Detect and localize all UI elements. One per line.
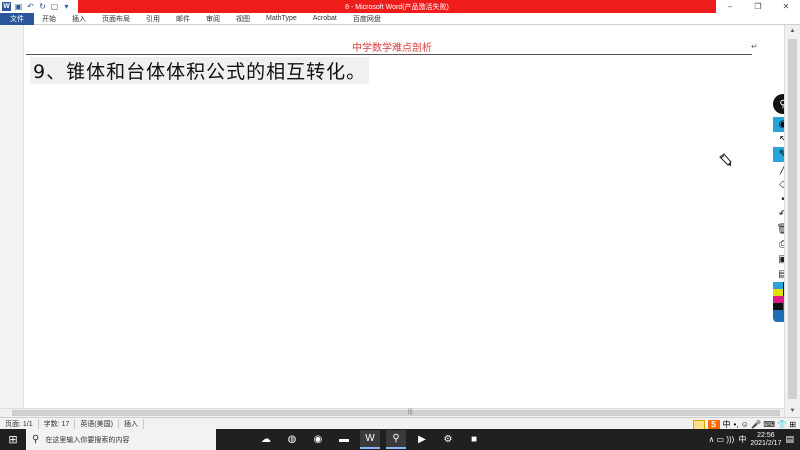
- horizontal-scrollbar[interactable]: |||: [0, 408, 784, 417]
- system-tray: ∧ ▭ ))) 中 22:56 2021/2/17 ▤: [708, 429, 794, 450]
- scroll-down-icon[interactable]: ▼: [785, 405, 800, 417]
- search-icon: ⚲: [32, 434, 40, 445]
- left-margin: [0, 25, 24, 408]
- horizontal-scroll-thumb[interactable]: [12, 410, 780, 416]
- open-icon[interactable]: ▢: [50, 2, 59, 11]
- restore-button[interactable]: ❐: [744, 0, 772, 13]
- taskbar-search[interactable]: ⚲ 在这里输入你要搜索的内容: [26, 429, 216, 450]
- tab-mailings[interactable]: 邮件: [168, 13, 198, 25]
- app-settings-icon[interactable]: ⚙: [438, 430, 458, 449]
- tab-mathtype[interactable]: MathType: [258, 13, 305, 25]
- search-placeholder: 在这里输入你要搜索的内容: [45, 436, 130, 444]
- scroll-up-icon[interactable]: ▲: [785, 25, 800, 37]
- close-button[interactable]: ✕: [772, 0, 800, 13]
- color-swatch[interactable]: [773, 289, 783, 296]
- insert-mode[interactable]: 插入: [119, 418, 144, 429]
- app-word-icon[interactable]: W: [360, 430, 380, 449]
- ribbon-tabs: 文件 开始 插入 页面布局 引用 邮件 审阅 视图 MathType Acrob…: [0, 12, 800, 25]
- start-button[interactable]: ⊞: [0, 429, 26, 450]
- tab-file[interactable]: 文件: [0, 12, 34, 25]
- word-count[interactable]: 字数: 17: [39, 418, 76, 429]
- tab-page-layout[interactable]: 页面布局: [94, 13, 138, 25]
- document-canvas[interactable]: 中学数学难点剖析 ↵ 9、锥体和台体体积公式的相互转化。: [0, 25, 784, 408]
- tab-baidu-netdisk[interactable]: 百度网盘: [345, 13, 389, 25]
- clock[interactable]: 22:56 2021/2/17: [750, 432, 781, 448]
- window-controls: – ❐ ✕: [716, 0, 800, 13]
- app-recorder-icon[interactable]: ■: [464, 430, 484, 449]
- undo-icon[interactable]: ↶: [26, 2, 35, 11]
- title-bar: W ▣ ↶ ↻ ▢ ▾ 8 - Microsoft Word(产品激活失败) –…: [0, 0, 800, 13]
- status-bar: 页面: 1/1 字数: 17 英语(美国) 插入 S 中 •, ☺ 🎤 ⌨ 👕 …: [0, 417, 800, 430]
- document-heading[interactable]: 9、锥体和台体体积公式的相互转化。: [30, 57, 370, 84]
- tray-ime[interactable]: 中: [738, 434, 746, 445]
- scroll-grip-icon: |||: [408, 409, 413, 415]
- tab-view[interactable]: 视图: [228, 13, 258, 25]
- tab-insert[interactable]: 插入: [64, 13, 94, 25]
- ime-skin-icon[interactable]: [692, 419, 705, 430]
- minimize-button[interactable]: –: [716, 0, 744, 13]
- color-swatch[interactable]: [773, 296, 783, 303]
- color-swatch[interactable]: [773, 303, 783, 310]
- color-swatch[interactable]: [773, 282, 783, 289]
- page-count[interactable]: 页面: 1/1: [0, 418, 39, 429]
- window-title: 8 - Microsoft Word(产品激活失败): [78, 0, 716, 13]
- pen-cursor-icon: [719, 153, 732, 166]
- vertical-scrollbar[interactable]: ▲ ▼: [784, 25, 800, 417]
- app-maps-icon[interactable]: ⚲: [386, 430, 406, 449]
- app-cloud-icon[interactable]: ☁: [256, 430, 276, 449]
- tray-icons[interactable]: ∧ ▭ ))): [708, 435, 734, 444]
- sogou-logo-icon[interactable]: S: [707, 419, 720, 430]
- paragraph-mark-icon: ↵: [751, 42, 758, 51]
- tab-references[interactable]: 引用: [138, 13, 168, 25]
- app-wechat-icon[interactable]: ◍: [282, 430, 302, 449]
- app-folder-icon[interactable]: ▬: [334, 430, 354, 449]
- clock-time: 22:56: [757, 431, 775, 439]
- page-header: 中学数学难点剖析: [352, 43, 432, 54]
- clock-date: 2021/2/17: [750, 439, 782, 447]
- word-logo-icon: W: [2, 2, 11, 11]
- app-player-icon[interactable]: ▶: [412, 430, 432, 449]
- app-browser-icon[interactable]: ◉: [308, 430, 328, 449]
- taskbar-apps: ☁ ◍ ◉ ▬ W ⚲ ▶ ⚙ ■: [256, 430, 484, 449]
- save-icon[interactable]: ▣: [14, 2, 23, 11]
- tab-home[interactable]: 开始: [34, 13, 64, 25]
- header-divider: [26, 54, 752, 55]
- notification-icon[interactable]: ▤: [785, 434, 794, 445]
- tab-acrobat[interactable]: Acrobat: [305, 13, 345, 25]
- customize-icon[interactable]: ▾: [62, 2, 71, 11]
- language-indicator[interactable]: 英语(美国): [75, 418, 119, 429]
- taskbar: ⊞ ⚲ 在这里输入你要搜索的内容 ☁ ◍ ◉ ▬ W ⚲ ▶ ⚙ ■ ∧ ▭ ))) 中 22:…: [0, 429, 800, 450]
- ime-symbols[interactable]: •, ☺ 🎤 ⌨ 👕 ⊞: [734, 420, 796, 429]
- redo-icon[interactable]: ↻: [38, 2, 47, 11]
- tab-review[interactable]: 审阅: [198, 13, 228, 25]
- vertical-scroll-thumb[interactable]: [788, 39, 797, 399]
- quick-access-toolbar: W ▣ ↶ ↻ ▢ ▾: [0, 0, 71, 13]
